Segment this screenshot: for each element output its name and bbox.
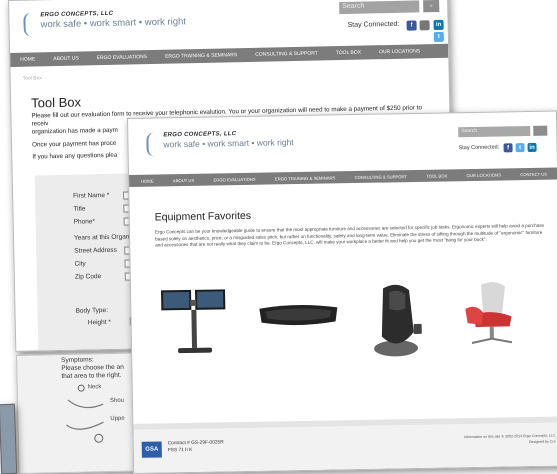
body-type-label: Body Type: <box>75 306 109 315</box>
intro-paragraph: Ergo Concepts can be your knowledgeable … <box>154 222 545 248</box>
equipment-favorites-page-screenshot: ERGO CONCEPTS, LLC work safe • work smar… <box>127 110 557 474</box>
height-label: Height * <box>87 318 111 327</box>
stay-connected-label: Stay Connected: <box>458 144 500 152</box>
upper-label: Uppe <box>110 415 125 423</box>
ergo-concepts-logo[interactable]: ERGO CONCEPTS, LLC work safe • work smar… <box>146 130 294 157</box>
nav-contact-us[interactable]: CONTACT US <box>520 171 547 176</box>
main-nav: HOME ABOUT US ERGO EVALUATIONS ERGO TRAI… <box>10 43 449 67</box>
nav-consulting[interactable]: CONSULTING & SUPPORT <box>255 51 318 58</box>
gsa-logo: GSA <box>141 441 162 458</box>
partial-screenshot <box>0 403 18 474</box>
street-address-label: Street Address <box>74 246 117 255</box>
stay-connected-label: Stay Connected: <box>347 20 400 29</box>
title-label: Title <box>73 205 86 213</box>
nav-ergo-training[interactable]: ERGO TRAINING & SEMINARS <box>275 175 335 181</box>
search-button[interactable] <box>533 125 548 136</box>
shoulder-label: Shou <box>109 397 125 405</box>
linkedin-icon[interactable]: in <box>527 142 537 153</box>
nav-home[interactable]: HOME <box>20 56 35 62</box>
linkedin-icon[interactable]: in <box>433 19 444 31</box>
copyright: Information on this site © 2002-2014 Erg… <box>464 433 556 447</box>
office-chair-image[interactable] <box>461 278 522 349</box>
page-title: Equipment Favorites <box>154 209 252 224</box>
logo-tagline: work safe • work smart • work right <box>40 16 187 31</box>
keyboard-image[interactable] <box>257 301 339 328</box>
zip-code-label: Zip Code <box>74 273 102 281</box>
search-input[interactable]: Search <box>458 125 531 138</box>
nav-ergo-training[interactable]: ERGO TRAINING & SEMINARS <box>165 52 237 60</box>
contract-info: Contract # GS-29F-0025R FSS 71 II K <box>168 440 224 454</box>
nav-ergo-evaluations[interactable]: ERGO EVALUATIONS <box>97 54 148 61</box>
mouse-image[interactable] <box>367 280 428 363</box>
nav-about-us[interactable]: ABOUT US <box>173 177 194 182</box>
search-input[interactable]: Search <box>339 0 420 15</box>
logo-mark <box>23 12 38 37</box>
social-icon[interactable] <box>419 20 430 31</box>
neck-hotspot[interactable] <box>77 384 85 392</box>
symptoms-text: Symptoms: Please choose the an that area… <box>61 356 124 381</box>
body-diagram-icon <box>66 399 104 443</box>
nav-our-locations[interactable]: OUR LOCATIONS <box>379 48 420 55</box>
phone-label: Phone* <box>73 218 96 226</box>
nav-tool-box[interactable]: TOOL BOX <box>426 173 447 178</box>
nav-our-locations[interactable]: OUR LOCATIONS <box>467 172 501 178</box>
breadcrumb[interactable]: Tool Box <box>23 75 42 81</box>
first-name-label: First Name * <box>73 191 110 200</box>
twitter-icon[interactable]: t <box>433 31 444 43</box>
contract-number: Contract # GS-29F-0025R <box>167 440 224 447</box>
nav-ergo-evaluations[interactable]: ERGO EVALUATIONS <box>213 176 255 182</box>
neck-label: Neck <box>87 384 102 391</box>
nav-about-us[interactable]: ABOUT US <box>53 56 79 63</box>
nav-tool-box[interactable]: TOOL BOX <box>336 50 361 57</box>
nav-home[interactable]: HOME <box>141 178 154 183</box>
page-title: Tool Box <box>31 94 82 111</box>
symptoms-fragment: Symptoms: Please choose the an that area… <box>16 352 139 474</box>
footer: GSA Contract # GS-29F-0025R FSS 71 II K … <box>133 422 557 474</box>
twitter-icon[interactable]: t <box>515 143 525 153</box>
facebook-icon[interactable]: f <box>503 143 513 153</box>
main-nav: HOME ABOUT US ERGO EVALUATIONS ERGO TRAI… <box>128 167 557 187</box>
dual-monitor-arm-image[interactable] <box>159 285 230 358</box>
facebook-icon[interactable]: f <box>406 20 417 31</box>
nav-consulting[interactable]: CONSULTING & SUPPORT <box>354 174 407 180</box>
fss-number: FSS 71 II K <box>167 447 193 453</box>
ergo-concepts-logo[interactable]: ERGO CONCEPTS, LLC work safe • work smar… <box>23 9 187 37</box>
logo-tagline: work safe • work smart • work right <box>163 137 294 150</box>
logo-mark <box>146 132 161 157</box>
symptoms-line: that area to the right. <box>61 371 122 381</box>
city-label: City <box>74 260 86 268</box>
search-button[interactable]: » <box>423 0 440 13</box>
